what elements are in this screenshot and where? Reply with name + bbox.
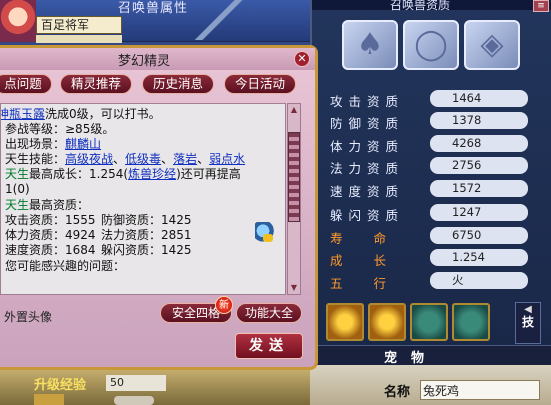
pet-name-area: 名称 兔死鸡 bbox=[310, 365, 551, 405]
status-row-label bbox=[34, 394, 64, 405]
stat-row-growth: 成长 1.254 bbox=[330, 249, 550, 268]
stat-label: 防御资质 bbox=[330, 116, 405, 131]
pet-attribute-title: 召唤兽属性 bbox=[118, 1, 189, 16]
player-avatar[interactable] bbox=[0, 0, 36, 42]
pet-panel-header: 召唤兽资质 ≡ bbox=[312, 0, 551, 12]
tab-history-messages[interactable]: 历史消息 bbox=[142, 74, 214, 94]
content-line: 您可能感兴趣的问题： bbox=[5, 259, 126, 273]
stat-value: 1378 bbox=[430, 112, 528, 129]
stat-label: 五行 bbox=[330, 276, 418, 291]
armor-icon: ♠ bbox=[356, 27, 384, 62]
content-line: 天生最高成长：1.254(炼兽珍经)还可再提高 bbox=[5, 167, 241, 181]
content-line: 1(0) bbox=[5, 182, 30, 196]
skill-link[interactable]: 弱点水 bbox=[209, 152, 245, 166]
pet-aptitude-panel: 召唤兽资质 ≡ ♠ ◯ ◈ 攻击资质 1464 防御资质 1378 体力资质 4… bbox=[310, 0, 551, 345]
stat-row-element: 五行 火 bbox=[330, 272, 550, 291]
close-icon[interactable]: ✕ bbox=[294, 51, 310, 67]
stat-label: 速度资质 bbox=[330, 184, 405, 199]
stat-row-hp: 体力资质 4268 bbox=[330, 135, 550, 154]
stat-row-defense: 防御资质 1378 bbox=[330, 112, 550, 131]
stat-label: 成长 bbox=[330, 253, 418, 268]
content-line: 参战等级：≥85级。 bbox=[5, 122, 115, 136]
menu-icon[interactable]: ≡ bbox=[533, 0, 549, 12]
stat-label: 躲闪资质 bbox=[330, 208, 405, 223]
skill-link[interactable]: 落岩 bbox=[173, 152, 197, 166]
scroll-down-icon[interactable]: ▼ bbox=[289, 283, 299, 293]
stat-row-lifespan: 寿命 6750 bbox=[330, 227, 550, 246]
pet-panel-title: 召唤兽资质 bbox=[390, 0, 451, 12]
bottom-status-strip: 升级经验 50 bbox=[0, 368, 320, 405]
stat-label: 攻击资质 bbox=[330, 94, 405, 109]
new-badge: 新 bbox=[215, 296, 233, 314]
stat-label: 体力资质 bbox=[330, 139, 405, 154]
skill-scroll-button[interactable]: ◀ 技 bbox=[515, 302, 541, 344]
ring-icon: ◯ bbox=[414, 27, 448, 62]
scroll-thumb[interactable] bbox=[288, 132, 300, 222]
pet-name-label: 名称 bbox=[384, 385, 411, 400]
status-row-button[interactable] bbox=[114, 396, 154, 405]
skill-link[interactable]: 高级夜战 bbox=[65, 152, 113, 166]
tab-today-activities[interactable]: 今日活动 bbox=[224, 74, 296, 94]
tab-sprite-recommend[interactable]: 精灵推荐 bbox=[60, 74, 132, 94]
book-link[interactable]: 炼兽珍经 bbox=[128, 167, 176, 181]
pet-name-field[interactable]: 兔死鸡 bbox=[420, 380, 540, 400]
pet-name-list-item-2[interactable] bbox=[36, 35, 122, 43]
content-line: 天生最高资质： bbox=[5, 198, 90, 212]
skill-bar bbox=[326, 303, 546, 345]
pet-tab-header: 宠物 bbox=[310, 345, 551, 366]
pet-icon[interactable] bbox=[255, 222, 275, 244]
external-avatar-label[interactable]: 外置头像 bbox=[4, 308, 52, 325]
content-scrollbar[interactable]: ▲ ▼ bbox=[287, 103, 301, 295]
collar-icon: ◈ bbox=[480, 27, 504, 62]
skill-slot-1[interactable] bbox=[326, 303, 364, 341]
stat-row-speed: 速度资质 1572 bbox=[330, 180, 550, 199]
stat-value: 4268 bbox=[430, 135, 528, 152]
pet-name-list-item[interactable]: 百足将军 bbox=[36, 16, 122, 34]
stat-value: 1464 bbox=[430, 90, 528, 107]
scene-link[interactable]: 麒麟山 bbox=[65, 137, 101, 151]
item-link[interactable]: 神瓶玉露 bbox=[1, 107, 45, 121]
stat-value: 2756 bbox=[430, 157, 528, 174]
stat-value: 1572 bbox=[430, 180, 528, 197]
level-exp-value: 50 bbox=[106, 375, 166, 391]
level-exp-label: 升级经验 bbox=[34, 378, 87, 393]
content-line: 出现场景：麒麟山 bbox=[5, 137, 102, 151]
stat-value: 1.254 bbox=[430, 249, 528, 266]
stat-label: 法力资质 bbox=[330, 161, 405, 176]
skill-slot-3[interactable] bbox=[410, 303, 448, 341]
tab-hot-questions[interactable]: 点问题 bbox=[0, 74, 52, 94]
collar-equip-slot[interactable]: ◈ bbox=[464, 20, 520, 70]
decorative-flag bbox=[182, 0, 272, 40]
skill-slot-4[interactable] bbox=[452, 303, 490, 341]
stat-row-mp: 法力资质 2756 bbox=[330, 157, 550, 176]
skill-slot-2[interactable] bbox=[368, 303, 406, 341]
answer-content: 神瓶玉露洗成0级，可以打书。 参战等级：≥85级。 出现场景：麒麟山 天生技能：… bbox=[0, 103, 286, 295]
ring-equip-slot[interactable]: ◯ bbox=[403, 20, 459, 70]
stat-row-dodge: 躲闪资质 1247 bbox=[330, 204, 550, 223]
armor-equip-slot[interactable]: ♠ bbox=[342, 20, 398, 70]
aptitude-row: 攻击资质：1555 防御资质：1425 bbox=[5, 213, 192, 227]
send-button[interactable]: 发送 bbox=[235, 333, 303, 359]
chevron-left-icon: ◀ bbox=[524, 304, 532, 315]
features-button[interactable]: 功能大全 bbox=[236, 303, 302, 323]
dialog-title: 梦幻精灵 bbox=[118, 54, 171, 69]
sprite-helper-dialog: 梦幻精灵 ✕ 点问题 精灵推荐 历史消息 今日活动 神瓶玉露洗成0级，可以打书。… bbox=[0, 45, 318, 370]
stat-row-attack: 攻击资质 1464 bbox=[330, 90, 550, 109]
content-line: 天生技能：高级夜战、低级毒、落岩、弱点水 bbox=[5, 152, 246, 166]
content-line: 神瓶玉露洗成0级，可以打书。 bbox=[1, 107, 161, 121]
dialog-tabs: 点问题 精灵推荐 历史消息 今日活动 bbox=[0, 74, 315, 96]
stat-label: 寿命 bbox=[330, 231, 418, 246]
stat-value: 火 bbox=[430, 272, 528, 289]
stat-value: 6750 bbox=[430, 227, 528, 244]
skill-link[interactable]: 低级毒 bbox=[125, 152, 161, 166]
dialog-title-bar[interactable]: 梦幻精灵 bbox=[0, 48, 315, 70]
aptitude-row: 体力资质：4924 法力资质：2851 bbox=[5, 228, 192, 242]
scroll-up-icon[interactable]: ▲ bbox=[289, 105, 299, 115]
aptitude-row: 速度资质：1684 躲闪资质：1425 bbox=[5, 243, 192, 257]
pet-tab-label: 宠物 bbox=[384, 351, 439, 366]
stat-value: 1247 bbox=[430, 204, 528, 221]
skill-tab-label: 技 bbox=[521, 315, 534, 329]
